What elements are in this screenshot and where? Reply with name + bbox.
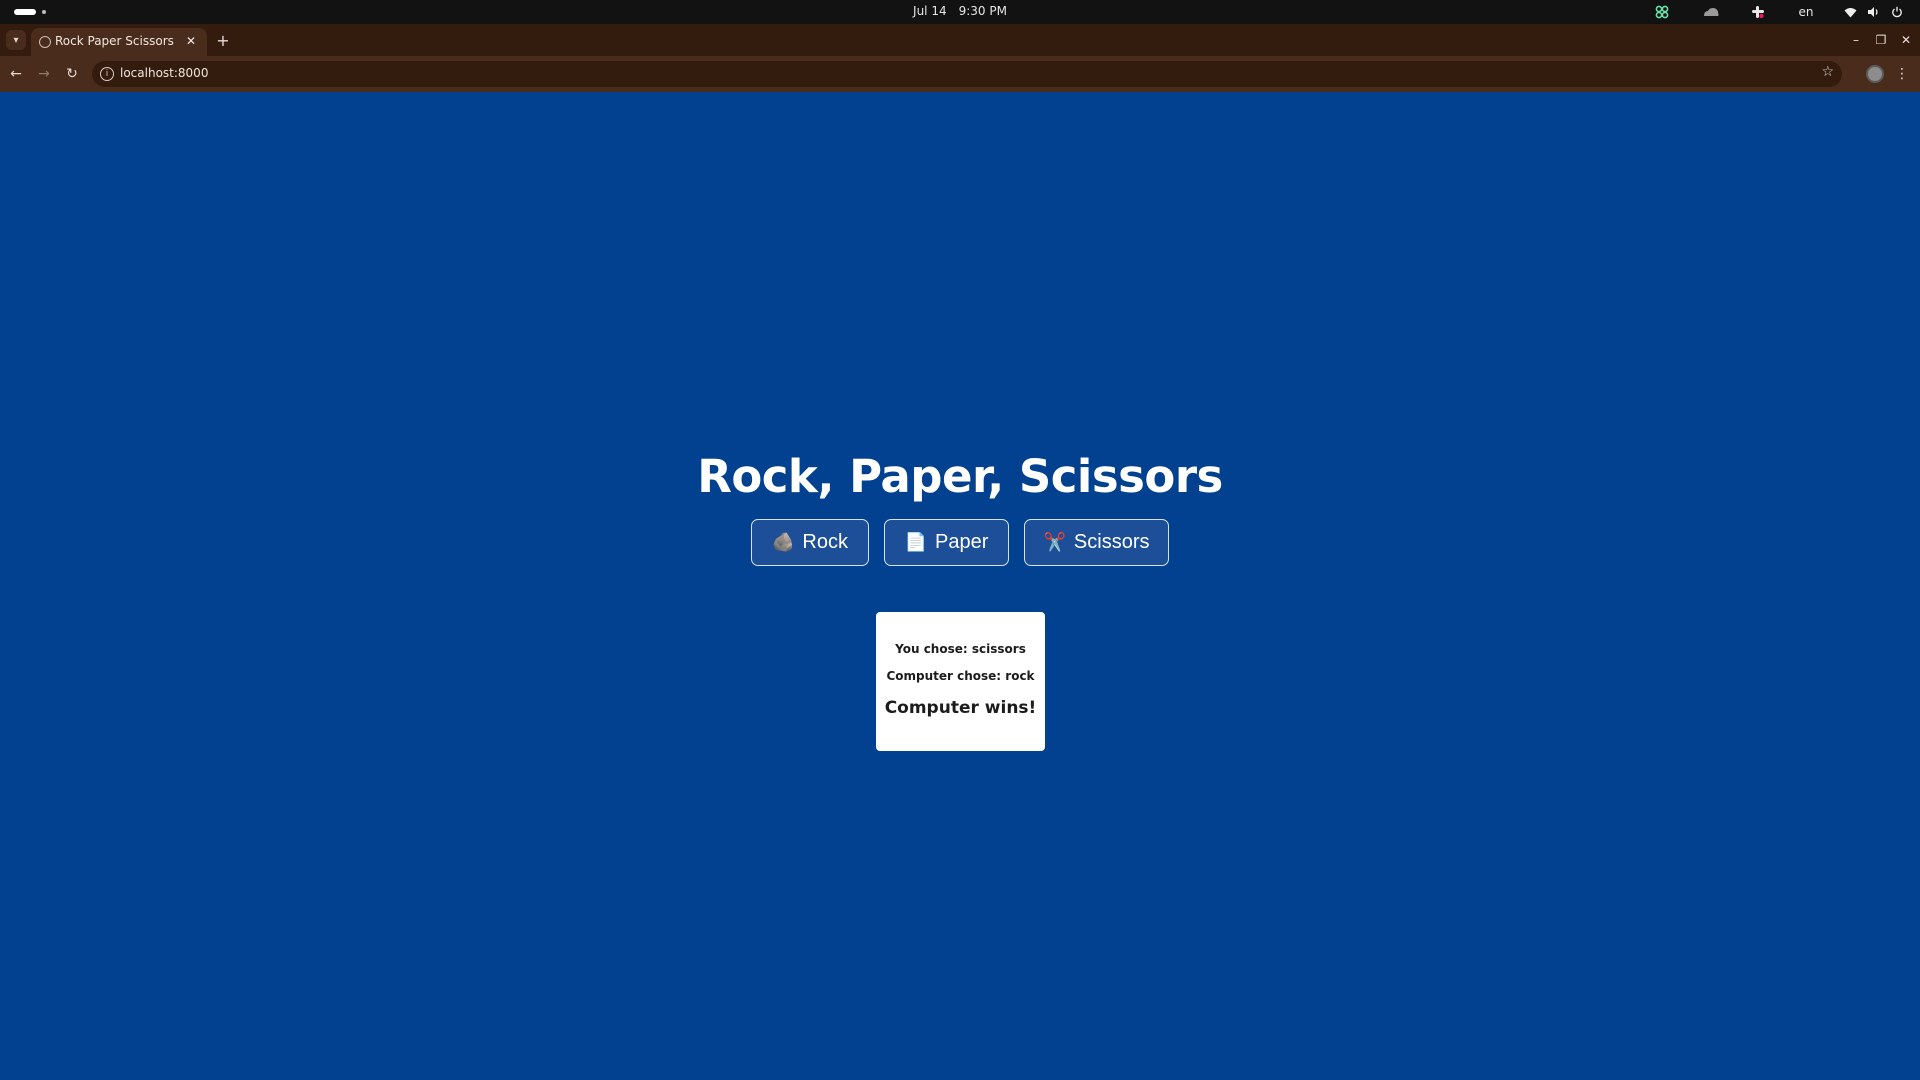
- player-choice-line: You chose: scissors: [876, 642, 1045, 656]
- result-card: You chose: scissors Computer chose: rock…: [876, 612, 1045, 751]
- address-bar[interactable]: i localhost:8000 ☆: [92, 61, 1842, 87]
- computer-choice-line: Computer chose: rock: [876, 669, 1045, 683]
- site-info-icon[interactable]: i: [100, 67, 114, 81]
- scissors-icon: ✂️: [1043, 532, 1066, 552]
- back-arrow-icon[interactable]: ←: [6, 64, 26, 84]
- language-indicator[interactable]: en: [1796, 0, 1816, 24]
- globe-icon: [39, 36, 51, 48]
- computer-choice-value: rock: [1005, 669, 1035, 683]
- page-content: Rock, Paper, Scissors 🪨 Rock 📄 Paper ✂️ …: [0, 92, 1920, 1080]
- new-tab-plus-icon[interactable]: +: [214, 32, 232, 50]
- power-icon[interactable]: [1888, 0, 1906, 24]
- extension-tray-icon[interactable]: [1652, 0, 1672, 24]
- forward-arrow-icon[interactable]: →: [34, 64, 54, 84]
- address-url[interactable]: localhost:8000: [120, 66, 208, 80]
- wifi-icon[interactable]: [1841, 0, 1859, 24]
- rock-button-label: Rock: [802, 531, 848, 553]
- tab-title: Rock Paper Scissors: [55, 34, 174, 48]
- player-choice-prefix: You chose:: [895, 642, 968, 656]
- scissors-button-label: Scissors: [1073, 531, 1150, 553]
- clock[interactable]: Jul 14 9:30 PM: [0, 4, 1920, 18]
- rock-icon: 🪨: [772, 532, 795, 552]
- cloud-icon[interactable]: [1700, 0, 1722, 24]
- outcome-text: Computer wins!: [884, 698, 1037, 718]
- restore-icon[interactable]: ❐: [1871, 30, 1891, 50]
- tab-close-icon[interactable]: ✕: [183, 33, 199, 49]
- computer-choice-prefix: Computer chose:: [886, 669, 1002, 683]
- bookmark-star-icon[interactable]: ☆: [1821, 64, 1834, 80]
- browser-tab-strip: ▾ Rock Paper Scissors ✕ + – ❐ ✕: [0, 24, 1920, 56]
- paper-icon: 📄: [904, 532, 928, 552]
- browser-toolbar: ← → ↻ i localhost:8000 ☆ ⋮: [0, 56, 1920, 92]
- page-title: Rock, Paper, Scissors: [697, 450, 1223, 503]
- player-choice-value: scissors: [971, 642, 1026, 656]
- minimize-icon[interactable]: –: [1846, 30, 1866, 50]
- browser-menu-kebab-icon[interactable]: ⋮: [1894, 64, 1910, 84]
- os-top-bar: Jul 14 9:30 PM en: [0, 0, 1920, 24]
- reload-icon[interactable]: ↻: [62, 64, 82, 84]
- clock-time: 9:30 PM: [958, 4, 1007, 18]
- slack-icon[interactable]: [1748, 0, 1768, 24]
- browser-tab[interactable]: Rock Paper Scissors ✕: [31, 28, 207, 56]
- clock-date: Jul 14: [913, 4, 947, 18]
- paper-button-label: Paper: [935, 531, 989, 553]
- rock-button[interactable]: 🪨 Rock: [751, 519, 869, 566]
- paper-button[interactable]: 📄 Paper: [884, 519, 1009, 566]
- choice-buttons: 🪨 Rock 📄 Paper ✂️ Scissors: [0, 519, 1920, 566]
- scissors-button[interactable]: ✂️ Scissors: [1024, 519, 1169, 566]
- tab-search-chevron-down-icon[interactable]: ▾: [6, 30, 26, 50]
- volume-icon[interactable]: [1864, 0, 1882, 24]
- profile-avatar[interactable]: [1866, 65, 1884, 83]
- close-window-icon[interactable]: ✕: [1896, 30, 1916, 50]
